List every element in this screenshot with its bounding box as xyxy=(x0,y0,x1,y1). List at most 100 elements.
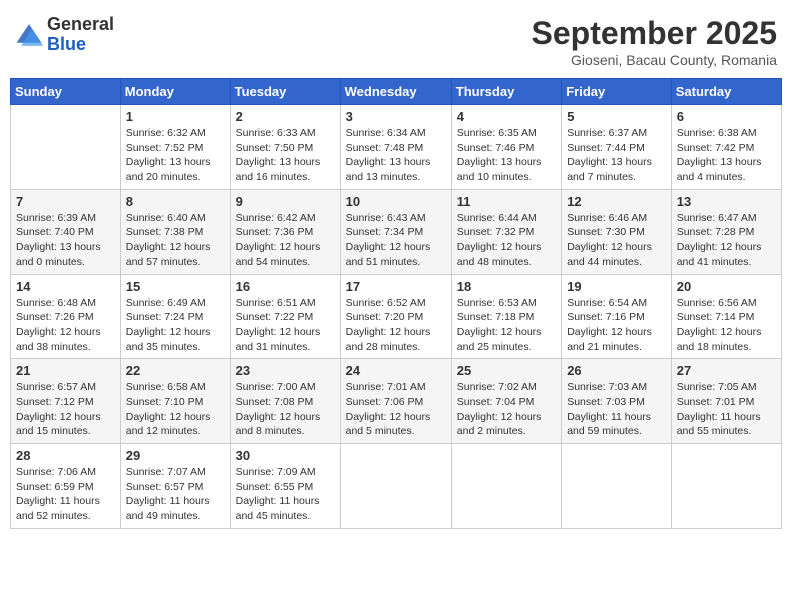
day-info: Sunrise: 6:43 AMSunset: 7:34 PMDaylight:… xyxy=(346,211,446,270)
day-info: Sunrise: 7:06 AMSunset: 6:59 PMDaylight:… xyxy=(16,465,115,524)
day-info: Sunrise: 6:53 AMSunset: 7:18 PMDaylight:… xyxy=(457,296,556,355)
day-number: 11 xyxy=(457,194,556,209)
calendar-cell: 18 Sunrise: 6:53 AMSunset: 7:18 PMDayligh… xyxy=(451,274,561,359)
calendar-cell: 25Sunrise: 7:02 AMSunset: 7:04 PMDayligh… xyxy=(451,359,561,444)
calendar-cell: 16Sunrise: 6:51 AMSunset: 7:22 PMDayligh… xyxy=(230,274,340,359)
weekday-header-tuesday: Tuesday xyxy=(230,79,340,105)
day-info: Sunrise: 6:38 AMSunset: 7:42 PMDaylight:… xyxy=(677,126,776,185)
calendar-table: SundayMondayTuesdayWednesdayThursdayFrid… xyxy=(10,78,782,529)
day-number: 17 xyxy=(346,279,446,294)
calendar-cell: 7 Sunrise: 6:39 AMSunset: 7:40 PMDaylight… xyxy=(11,189,121,274)
calendar-cell: 28 Sunrise: 7:06 AMSunset: 6:59 PMDayligh… xyxy=(11,444,121,529)
day-number: 18 xyxy=(457,279,556,294)
day-info: Sunrise: 6:52 AMSunset: 7:20 PMDaylight:… xyxy=(346,296,446,355)
weekday-header-monday: Monday xyxy=(120,79,230,105)
calendar-cell: 27 Sunrise: 7:05 AMSunset: 7:01 PMDayligh… xyxy=(671,359,781,444)
day-info: Sunrise: 6:39 AMSunset: 7:40 PMDaylight:… xyxy=(16,211,115,270)
calendar-cell: 2 Sunrise: 6:33 AMSunset: 7:50 PMDaylight… xyxy=(230,105,340,190)
day-info: Sunrise: 6:49 AMSunset: 7:24 PMDaylight:… xyxy=(126,296,225,355)
day-number: 30 xyxy=(236,448,335,463)
logo-blue: Blue xyxy=(47,34,86,54)
calendar-cell: 24Sunrise: 7:01 AMSunset: 7:06 PMDayligh… xyxy=(340,359,451,444)
calendar-cell: 21 Sunrise: 6:57 AMSunset: 7:12 PMDayligh… xyxy=(11,359,121,444)
week-row-4: 21 Sunrise: 6:57 AMSunset: 7:12 PMDayligh… xyxy=(11,359,782,444)
location-subtitle: Gioseni, Bacau County, Romania xyxy=(532,52,777,68)
weekday-header-wednesday: Wednesday xyxy=(340,79,451,105)
calendar-cell: 9Sunrise: 6:42 AMSunset: 7:36 PMDaylight… xyxy=(230,189,340,274)
title-block: September 2025 Gioseni, Bacau County, Ro… xyxy=(532,15,777,68)
day-number: 24 xyxy=(346,363,446,378)
page-header: General Blue September 2025 Gioseni, Bac… xyxy=(10,10,782,68)
calendar-cell xyxy=(340,444,451,529)
day-info: Sunrise: 7:09 AMSunset: 6:55 PMDaylight:… xyxy=(236,465,335,524)
calendar-cell xyxy=(451,444,561,529)
day-number: 4 xyxy=(457,109,556,124)
day-number: 25 xyxy=(457,363,556,378)
day-info: Sunrise: 6:44 AMSunset: 7:32 PMDaylight:… xyxy=(457,211,556,270)
day-number: 12 xyxy=(567,194,666,209)
day-info: Sunrise: 6:32 AMSunset: 7:52 PMDaylight:… xyxy=(126,126,225,185)
calendar-cell: 22 Sunrise: 6:58 AMSunset: 7:10 PMDayligh… xyxy=(120,359,230,444)
calendar-cell: 29 Sunrise: 7:07 AMSunset: 6:57 PMDayligh… xyxy=(120,444,230,529)
weekday-header-thursday: Thursday xyxy=(451,79,561,105)
day-info: Sunrise: 7:00 AMSunset: 7:08 PMDaylight:… xyxy=(236,380,335,439)
calendar-cell xyxy=(562,444,672,529)
calendar-cell xyxy=(671,444,781,529)
week-row-1: 1 Sunrise: 6:32 AMSunset: 7:52 PMDaylight… xyxy=(11,105,782,190)
calendar-cell: 3 Sunrise: 6:34 AMSunset: 7:48 PMDaylight… xyxy=(340,105,451,190)
day-number: 13 xyxy=(677,194,776,209)
day-number: 8 xyxy=(126,194,225,209)
calendar-cell xyxy=(11,105,121,190)
calendar-cell: 11 Sunrise: 6:44 AMSunset: 7:32 PMDayligh… xyxy=(451,189,561,274)
day-number: 29 xyxy=(126,448,225,463)
day-number: 28 xyxy=(16,448,115,463)
day-info: Sunrise: 6:54 AMSunset: 7:16 PMDaylight:… xyxy=(567,296,666,355)
week-row-5: 28 Sunrise: 7:06 AMSunset: 6:59 PMDayligh… xyxy=(11,444,782,529)
logo: General Blue xyxy=(15,15,114,55)
logo-icon xyxy=(15,21,43,49)
day-number: 9 xyxy=(236,194,335,209)
weekday-header-sunday: Sunday xyxy=(11,79,121,105)
week-row-3: 14 Sunrise: 6:48 AMSunset: 7:26 PMDayligh… xyxy=(11,274,782,359)
calendar-cell: 17 Sunrise: 6:52 AMSunset: 7:20 PMDayligh… xyxy=(340,274,451,359)
weekday-header-row: SundayMondayTuesdayWednesdayThursdayFrid… xyxy=(11,79,782,105)
day-info: Sunrise: 6:37 AMSunset: 7:44 PMDaylight:… xyxy=(567,126,666,185)
day-number: 3 xyxy=(346,109,446,124)
day-number: 27 xyxy=(677,363,776,378)
logo-text: General Blue xyxy=(47,15,114,55)
day-number: 5 xyxy=(567,109,666,124)
month-title: September 2025 xyxy=(532,15,777,52)
calendar-cell: 8 Sunrise: 6:40 AMSunset: 7:38 PMDaylight… xyxy=(120,189,230,274)
calendar-cell: 26 Sunrise: 7:03 AMSunset: 7:03 PMDayligh… xyxy=(562,359,672,444)
logo-general: General xyxy=(47,14,114,34)
day-info: Sunrise: 6:57 AMSunset: 7:12 PMDaylight:… xyxy=(16,380,115,439)
calendar-cell: 10 Sunrise: 6:43 AMSunset: 7:34 PMDayligh… xyxy=(340,189,451,274)
day-info: Sunrise: 7:07 AMSunset: 6:57 PMDaylight:… xyxy=(126,465,225,524)
day-number: 7 xyxy=(16,194,115,209)
week-row-2: 7 Sunrise: 6:39 AMSunset: 7:40 PMDaylight… xyxy=(11,189,782,274)
calendar-cell: 12 Sunrise: 6:46 AMSunset: 7:30 PMDayligh… xyxy=(562,189,672,274)
day-number: 26 xyxy=(567,363,666,378)
day-info: Sunrise: 6:46 AMSunset: 7:30 PMDaylight:… xyxy=(567,211,666,270)
calendar-cell: 30 Sunrise: 7:09 AMSunset: 6:55 PMDayligh… xyxy=(230,444,340,529)
day-number: 14 xyxy=(16,279,115,294)
day-info: Sunrise: 6:51 AMSunset: 7:22 PMDaylight:… xyxy=(236,296,335,355)
day-info: Sunrise: 6:47 AMSunset: 7:28 PMDaylight:… xyxy=(677,211,776,270)
day-info: Sunrise: 6:40 AMSunset: 7:38 PMDaylight:… xyxy=(126,211,225,270)
day-info: Sunrise: 6:58 AMSunset: 7:10 PMDaylight:… xyxy=(126,380,225,439)
day-number: 1 xyxy=(126,109,225,124)
day-info: Sunrise: 7:05 AMSunset: 7:01 PMDaylight:… xyxy=(677,380,776,439)
day-number: 21 xyxy=(16,363,115,378)
calendar-cell: 14 Sunrise: 6:48 AMSunset: 7:26 PMDayligh… xyxy=(11,274,121,359)
day-info: Sunrise: 6:33 AMSunset: 7:50 PMDaylight:… xyxy=(236,126,335,185)
calendar-cell: 13 Sunrise: 6:47 AMSunset: 7:28 PMDayligh… xyxy=(671,189,781,274)
day-number: 22 xyxy=(126,363,225,378)
day-info: Sunrise: 6:34 AMSunset: 7:48 PMDaylight:… xyxy=(346,126,446,185)
calendar-cell: 6 Sunrise: 6:38 AMSunset: 7:42 PMDaylight… xyxy=(671,105,781,190)
day-info: Sunrise: 7:03 AMSunset: 7:03 PMDaylight:… xyxy=(567,380,666,439)
calendar-cell: 5 Sunrise: 6:37 AMSunset: 7:44 PMDaylight… xyxy=(562,105,672,190)
day-number: 10 xyxy=(346,194,446,209)
day-number: 6 xyxy=(677,109,776,124)
day-info: Sunrise: 6:48 AMSunset: 7:26 PMDaylight:… xyxy=(16,296,115,355)
day-number: 2 xyxy=(236,109,335,124)
